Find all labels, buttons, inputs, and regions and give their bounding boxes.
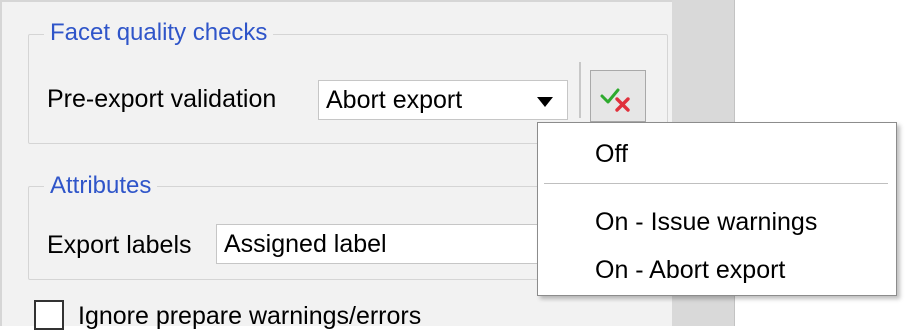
check-cross-icon (600, 88, 630, 112)
pre-export-validation-label: Pre-export validation (47, 85, 277, 113)
export-labels-dropdown[interactable]: Assigned label (216, 224, 546, 264)
facet-quality-checks-title: Facet quality checks (44, 19, 274, 47)
menu-icon-gutter (538, 123, 586, 295)
pre-export-validation-dropdown[interactable]: Abort export (318, 80, 568, 120)
validation-options-menu: Off On - Issue warnings On - Abort expor… (537, 122, 897, 296)
ignore-warnings-label[interactable]: Ignore prepare warnings/errors (78, 301, 421, 331)
validate-button[interactable] (590, 70, 646, 122)
menu-item-issue-warnings[interactable]: On - Issue warnings (595, 207, 817, 237)
menu-separator (544, 183, 888, 184)
pre-export-validation-value: Abort export (326, 86, 463, 114)
panel-left-border (0, 0, 2, 326)
chevron-down-icon[interactable] (537, 97, 553, 107)
export-labels-label: Export labels (47, 231, 192, 259)
toolbar-separator (579, 62, 581, 118)
panel-top-border (0, 0, 672, 2)
menu-item-abort-export[interactable]: On - Abort export (595, 255, 785, 285)
menu-item-off[interactable]: Off (595, 139, 628, 169)
attributes-title: Attributes (44, 172, 158, 200)
export-labels-value: Assigned label (224, 230, 387, 258)
